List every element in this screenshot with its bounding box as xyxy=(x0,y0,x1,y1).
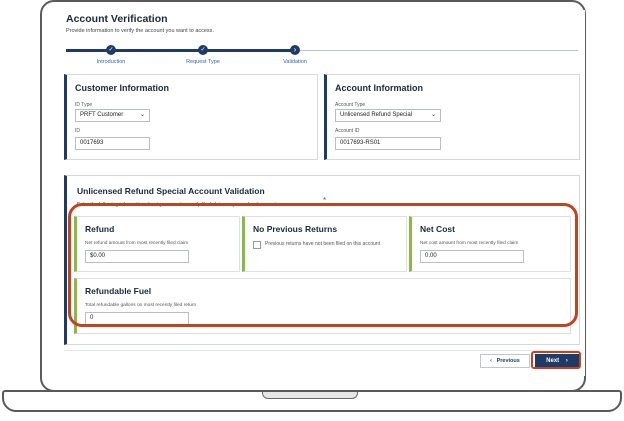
account-id-label: Account ID xyxy=(335,128,360,134)
id-type-select[interactable]: PRFT Customer ⌄ xyxy=(75,109,150,122)
footer-divider xyxy=(64,350,580,351)
validation-fields-highlight xyxy=(68,203,578,327)
step-request-type-label[interactable]: Request Type xyxy=(173,59,233,65)
page-title: Account Verification xyxy=(66,13,168,25)
customer-information-panel: Customer Information ID Type PRFT Custom… xyxy=(64,74,318,160)
step-validation-chevron-icon: › xyxy=(290,45,300,55)
next-button-highlight xyxy=(531,351,581,369)
validation-title: Unlicensed Refund Special Account Valida… xyxy=(77,186,265,196)
step-request-type-check-icon: ✓ xyxy=(198,45,208,55)
id-input[interactable]: 0017693 xyxy=(75,137,150,150)
chevron-left-icon: ‹ xyxy=(490,358,492,364)
account-information-title: Account Information xyxy=(335,83,423,93)
id-type-label: ID Type xyxy=(75,102,93,108)
stepper-progress xyxy=(66,49,296,52)
account-type-value: Unlicensed Refund Special xyxy=(340,112,413,118)
step-introduction-check-icon: ✓ xyxy=(106,45,116,55)
step-introduction-label[interactable]: Introduction xyxy=(81,59,141,65)
laptop-notch xyxy=(262,392,358,399)
account-information-panel: Account Information Account Type Unlicen… xyxy=(324,74,580,160)
account-type-label: Account Type xyxy=(335,102,366,108)
previous-button-label: Previous xyxy=(496,358,520,364)
account-id-input[interactable]: 0017693-RS01 xyxy=(335,137,441,150)
chevron-down-icon: ⌄ xyxy=(139,112,145,118)
page-subtitle: Provide information to verify the accoun… xyxy=(66,28,214,34)
account-type-select[interactable]: Unlicensed Refund Special ⌄ xyxy=(335,109,441,122)
previous-button[interactable]: ‹ Previous xyxy=(480,354,530,368)
chevron-down-icon: ⌄ xyxy=(430,112,436,118)
id-label: ID xyxy=(75,128,80,134)
id-type-value: PRFT Customer xyxy=(80,112,124,118)
customer-information-title: Customer Information xyxy=(75,83,170,93)
step-validation-label[interactable]: Validation xyxy=(265,59,325,65)
